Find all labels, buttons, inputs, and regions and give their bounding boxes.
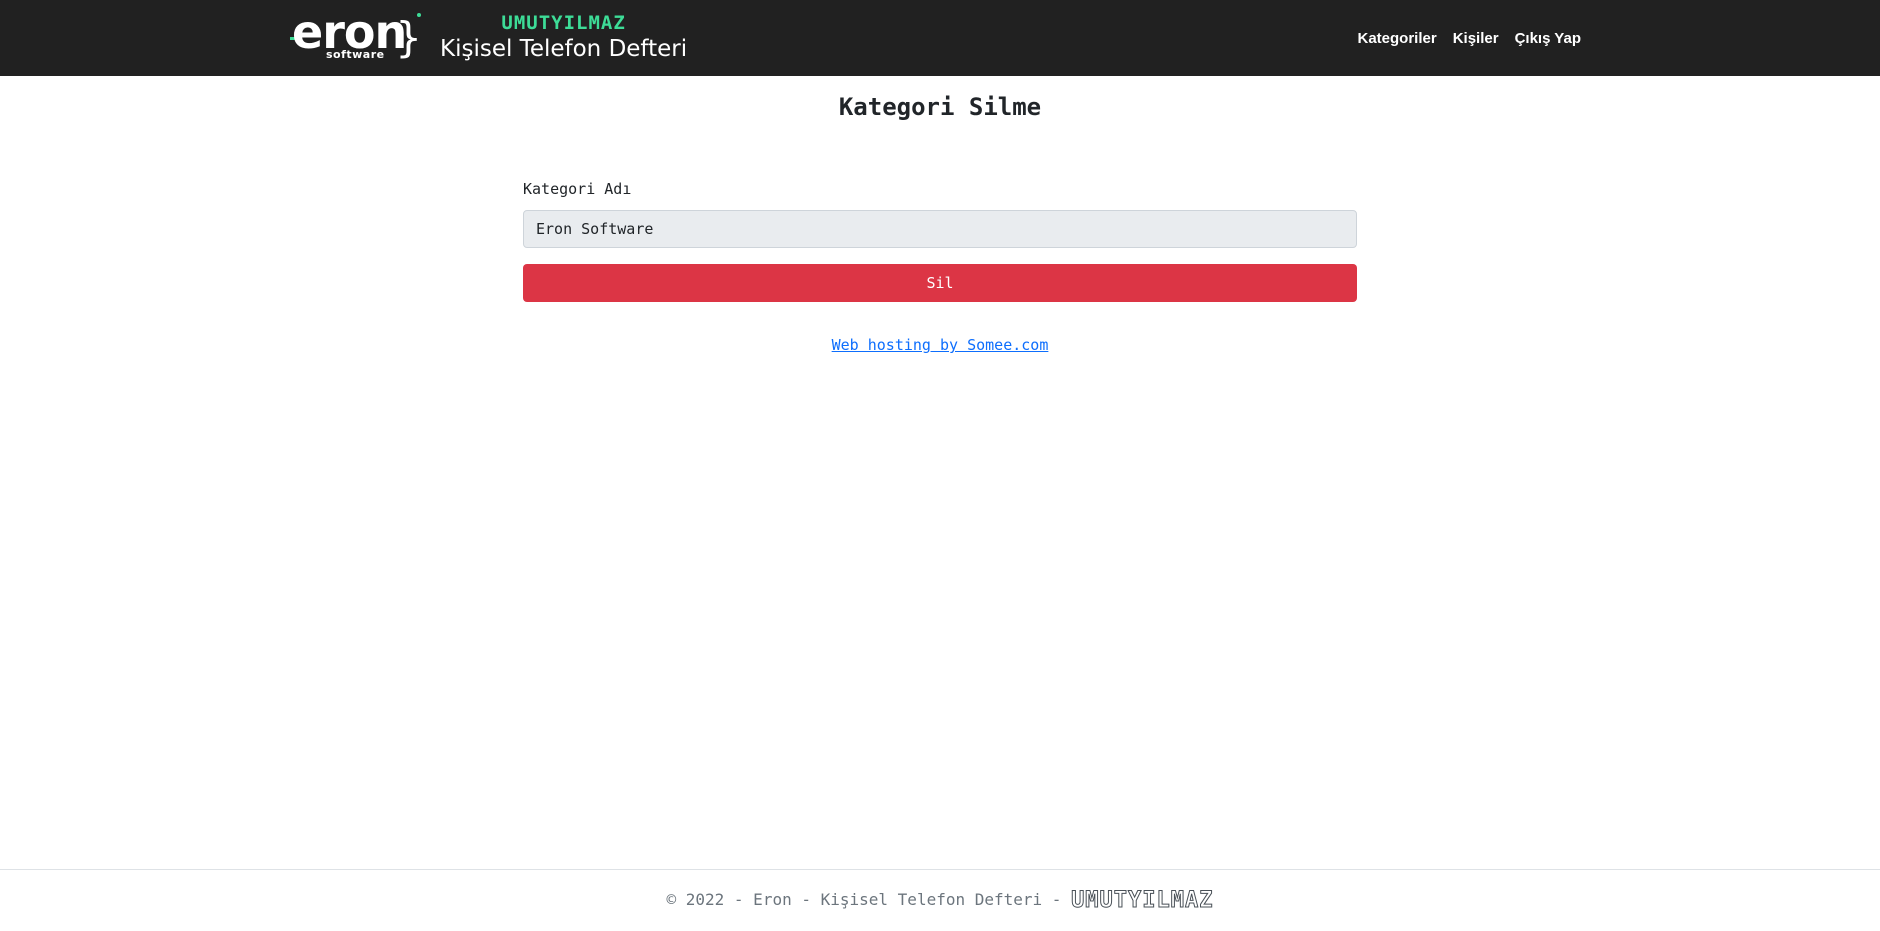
footer: © 2022 - Eron - Kişisel Telefon Defteri … [0, 869, 1880, 931]
brand[interactable]: eron software } UMUTYILMAZ Kişisel Telef… [290, 5, 687, 66]
eron-software-logo: eron software } [290, 5, 422, 66]
footer-text: © 2022 - Eron - Kişisel Telefon Defteri … [666, 890, 1072, 909]
category-name-input[interactable] [523, 210, 1357, 248]
nav-item-kisiler[interactable]: Kişiler [1453, 30, 1499, 47]
navbar: eron software } UMUTYILMAZ Kişisel Telef… [0, 0, 1880, 76]
logo-accent-dot [417, 13, 421, 17]
category-name-label: Kategori Adı [523, 180, 632, 198]
page-title: Kategori Silme [838, 93, 1042, 121]
brand-text: UMUTYILMAZ Kişisel Telefon Defteri [440, 12, 687, 64]
logo-bracket: } [395, 13, 422, 62]
hosting-link-container: Web hosting by Somee.com [0, 335, 1880, 355]
footer-author: UMUTYILMAZ [1071, 888, 1214, 913]
brand-title: Kişisel Telefon Defteri [440, 36, 688, 62]
delete-button[interactable]: Sil [523, 264, 1357, 302]
nav-item-logout[interactable]: Çıkış Yap [1515, 30, 1581, 47]
logo-sub: software [326, 48, 385, 61]
hosting-link[interactable]: Web hosting by Somee.com [832, 336, 1049, 354]
brand-author: UMUTYILMAZ [501, 12, 626, 34]
nav-item-kategoriler[interactable]: Kategoriler [1358, 30, 1437, 47]
nav-links: Kategoriler Kişiler Çıkış Yap [1358, 0, 1582, 76]
footer-content: © 2022 - Eron - Kişisel Telefon Defteri … [0, 888, 1880, 913]
